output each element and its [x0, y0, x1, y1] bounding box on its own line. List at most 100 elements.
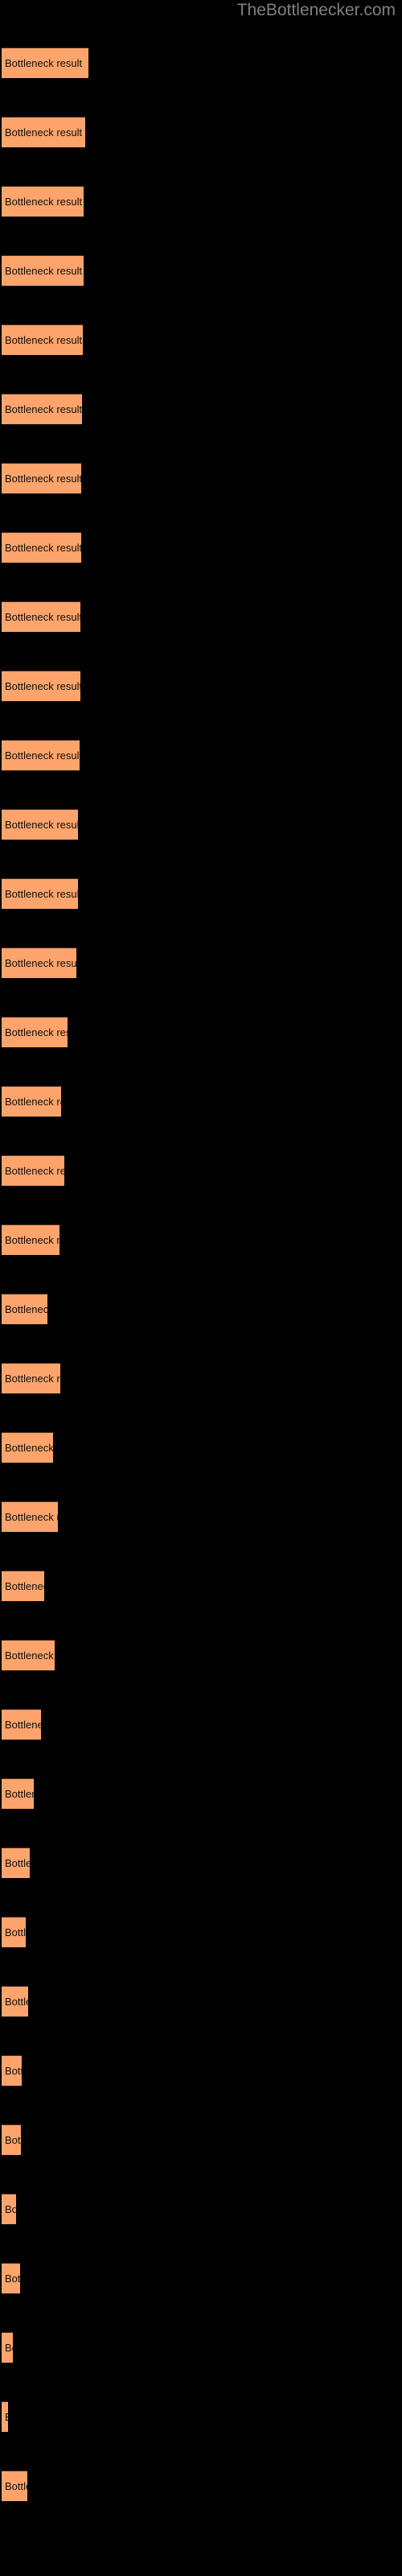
bar-row[interactable]: Bottleneck result [2, 2124, 21, 2155]
bar-row[interactable]: Bottleneck result [2, 255, 84, 286]
bar-segment[interactable]: Bottleneck result [2, 1501, 58, 1532]
bar-segment[interactable]: Bottleneck result [2, 1294, 47, 1324]
bar-row[interactable]: Bottleneck result [2, 1017, 68, 1047]
bar-label: Bottleneck result [5, 334, 83, 346]
bar-label: Bottleneck result [5, 265, 83, 277]
bar-segment[interactable]: Bottleneck result [2, 1986, 28, 2017]
bar-segment[interactable]: Bottleneck result [2, 2471, 27, 2501]
bar-label: Bottleneck result [5, 542, 81, 554]
bar-row[interactable]: Bottleneck result [2, 1363, 60, 1393]
bar-row[interactable]: Bottleneck result [2, 2055, 22, 2086]
bar-segment[interactable]: Bottleneck result [2, 1363, 60, 1393]
bar-segment[interactable]: Bottleneck result [2, 809, 78, 840]
bar-label: Bottleneck result [5, 57, 83, 69]
bar-segment[interactable]: Bottleneck result [2, 1917, 26, 1947]
bar-label: Bottleneck result [5, 1373, 60, 1385]
bar-label: Bottleneck result [5, 403, 82, 415]
bar-row[interactable]: Bottleneck result [2, 601, 80, 632]
bar-label: Bottleneck result [5, 2402, 8, 2432]
bar-row[interactable]: Bottleneck result [2, 117, 85, 147]
bar-row[interactable]: Bottleneck result [2, 1086, 61, 1117]
bar-segment[interactable]: Bottleneck result [2, 740, 80, 770]
bar-row[interactable]: Bottleneck result [2, 1709, 41, 1740]
bar-label: Bottleneck result [5, 126, 83, 138]
bar-label: Bottleneck result [5, 1303, 47, 1315]
bar-label: Bottleneck result [5, 749, 80, 762]
bar-segment[interactable]: Bottleneck result [2, 394, 82, 424]
bar-row[interactable]: Bottleneck result [2, 671, 80, 701]
bar-row[interactable]: Bottleneck result [2, 2332, 13, 2363]
bar-segment[interactable]: Bottleneck result [2, 186, 84, 217]
bar-segment[interactable]: Bottleneck result [2, 1432, 53, 1463]
bar-label: Bottleneck result [5, 1788, 34, 1800]
bar-segment[interactable]: Bottleneck result [2, 255, 84, 286]
bar-segment[interactable]: Bottleneck result [2, 601, 80, 632]
bar-segment[interactable]: Bottleneck result [2, 1086, 61, 1117]
bar-row[interactable]: Bottleneck result [2, 878, 78, 909]
bar-segment[interactable]: Bottleneck result [2, 1571, 44, 1601]
bar-row[interactable]: Bottleneck result [2, 2194, 16, 2224]
bar-row[interactable]: Bottleneck result [2, 186, 84, 217]
bar-label: Bottleneck result [5, 2065, 22, 2077]
bar-row[interactable]: Bottleneck result [2, 324, 83, 355]
bar-label: Bottleneck result [5, 957, 76, 969]
bar-label: Bottleneck result [5, 1096, 61, 1108]
bar-segment[interactable]: Bottleneck result [2, 671, 80, 701]
bar-row[interactable]: Bottleneck result [2, 1155, 64, 1186]
bar-label: Bottleneck result [5, 2480, 27, 2492]
bar-row[interactable]: Bottleneck result [2, 394, 82, 424]
bar-label: Bottleneck result [5, 1511, 58, 1523]
bar-label: Bottleneck result [5, 611, 80, 623]
bar-label: Bottleneck result [5, 1442, 53, 1454]
bar-row[interactable]: Bottleneck result [2, 2471, 27, 2501]
bar-row[interactable]: Bottleneck result [2, 947, 76, 978]
bar-segment[interactable]: Bottleneck result [2, 2194, 16, 2224]
bar-segment[interactable]: Bottleneck result [2, 1224, 59, 1255]
bar-label: Bottleneck result [5, 1234, 59, 1246]
bar-segment[interactable]: Bottleneck result [2, 878, 78, 909]
bar-row[interactable]: Bottleneck result [2, 47, 88, 78]
bar-row[interactable]: Bottleneck result [2, 1294, 47, 1324]
bar-segment[interactable]: Bottleneck result [2, 1709, 41, 1740]
bar-row[interactable]: Bottleneck result [2, 1640, 55, 1670]
bar-row[interactable]: Bottleneck result [2, 1432, 53, 1463]
bar-segment[interactable]: Bottleneck result [2, 1778, 34, 1809]
bar-segment[interactable]: Bottleneck result [2, 47, 88, 78]
bar-row[interactable]: Bottleneck result [2, 1986, 28, 2017]
bar-label: Bottleneck result [5, 819, 78, 831]
bar-segment[interactable]: Bottleneck result [2, 117, 85, 147]
bar-label: Bottleneck result [5, 1580, 44, 1592]
bar-label: Bottleneck result [5, 473, 81, 485]
bar-label: Bottleneck result [5, 1926, 26, 1938]
bar-segment[interactable]: Bottleneck result [2, 1847, 30, 1878]
bar-segment[interactable]: Bottleneck result [2, 2124, 21, 2155]
bar-segment[interactable]: Bottleneck result [2, 2401, 8, 2432]
bar-segment[interactable]: Bottleneck result [2, 2055, 22, 2086]
bar-row[interactable]: Bottleneck result [2, 1224, 59, 1255]
bar-segment[interactable]: Bottleneck result [2, 324, 83, 355]
bar-row[interactable]: Bottleneck result [2, 1847, 30, 1878]
bottleneck-bar-chart: TheBottlenecker.com Bottleneck result Bot… [0, 0, 402, 2576]
bar-segment[interactable]: Bottleneck result [2, 2263, 20, 2293]
bar-row[interactable]: Bottleneck result [2, 532, 81, 563]
bar-row[interactable]: Bottleneck result [2, 463, 81, 493]
bar-row[interactable]: Bottleneck result [2, 809, 78, 840]
bar-segment[interactable]: Bottleneck result [2, 463, 81, 493]
bar-row[interactable]: Bottleneck result [2, 1917, 26, 1947]
bar-label: Bottleneck result [5, 2203, 16, 2215]
bar-row[interactable]: Bottleneck result [2, 1501, 58, 1532]
bar-row[interactable]: Bottleneck result [2, 1778, 34, 1809]
bar-label: Bottleneck result [5, 2342, 13, 2354]
bar-row[interactable]: Bottleneck result [2, 740, 80, 770]
bar-segment[interactable]: Bottleneck result [2, 947, 76, 978]
bar-row[interactable]: Bottleneck result [2, 2263, 20, 2293]
bar-segment[interactable]: Bottleneck result [2, 2332, 13, 2363]
bar-label: Bottleneck result [5, 888, 78, 900]
bar-label: Bottleneck result [5, 1649, 55, 1662]
bar-segment[interactable]: Bottleneck result [2, 1155, 64, 1186]
bar-row[interactable]: Bottleneck result [2, 2401, 8, 2432]
bar-row[interactable]: Bottleneck result [2, 1571, 44, 1601]
bar-segment[interactable]: Bottleneck result [2, 1017, 68, 1047]
bar-segment[interactable]: Bottleneck result [2, 532, 81, 563]
bar-segment[interactable]: Bottleneck result [2, 1640, 55, 1670]
